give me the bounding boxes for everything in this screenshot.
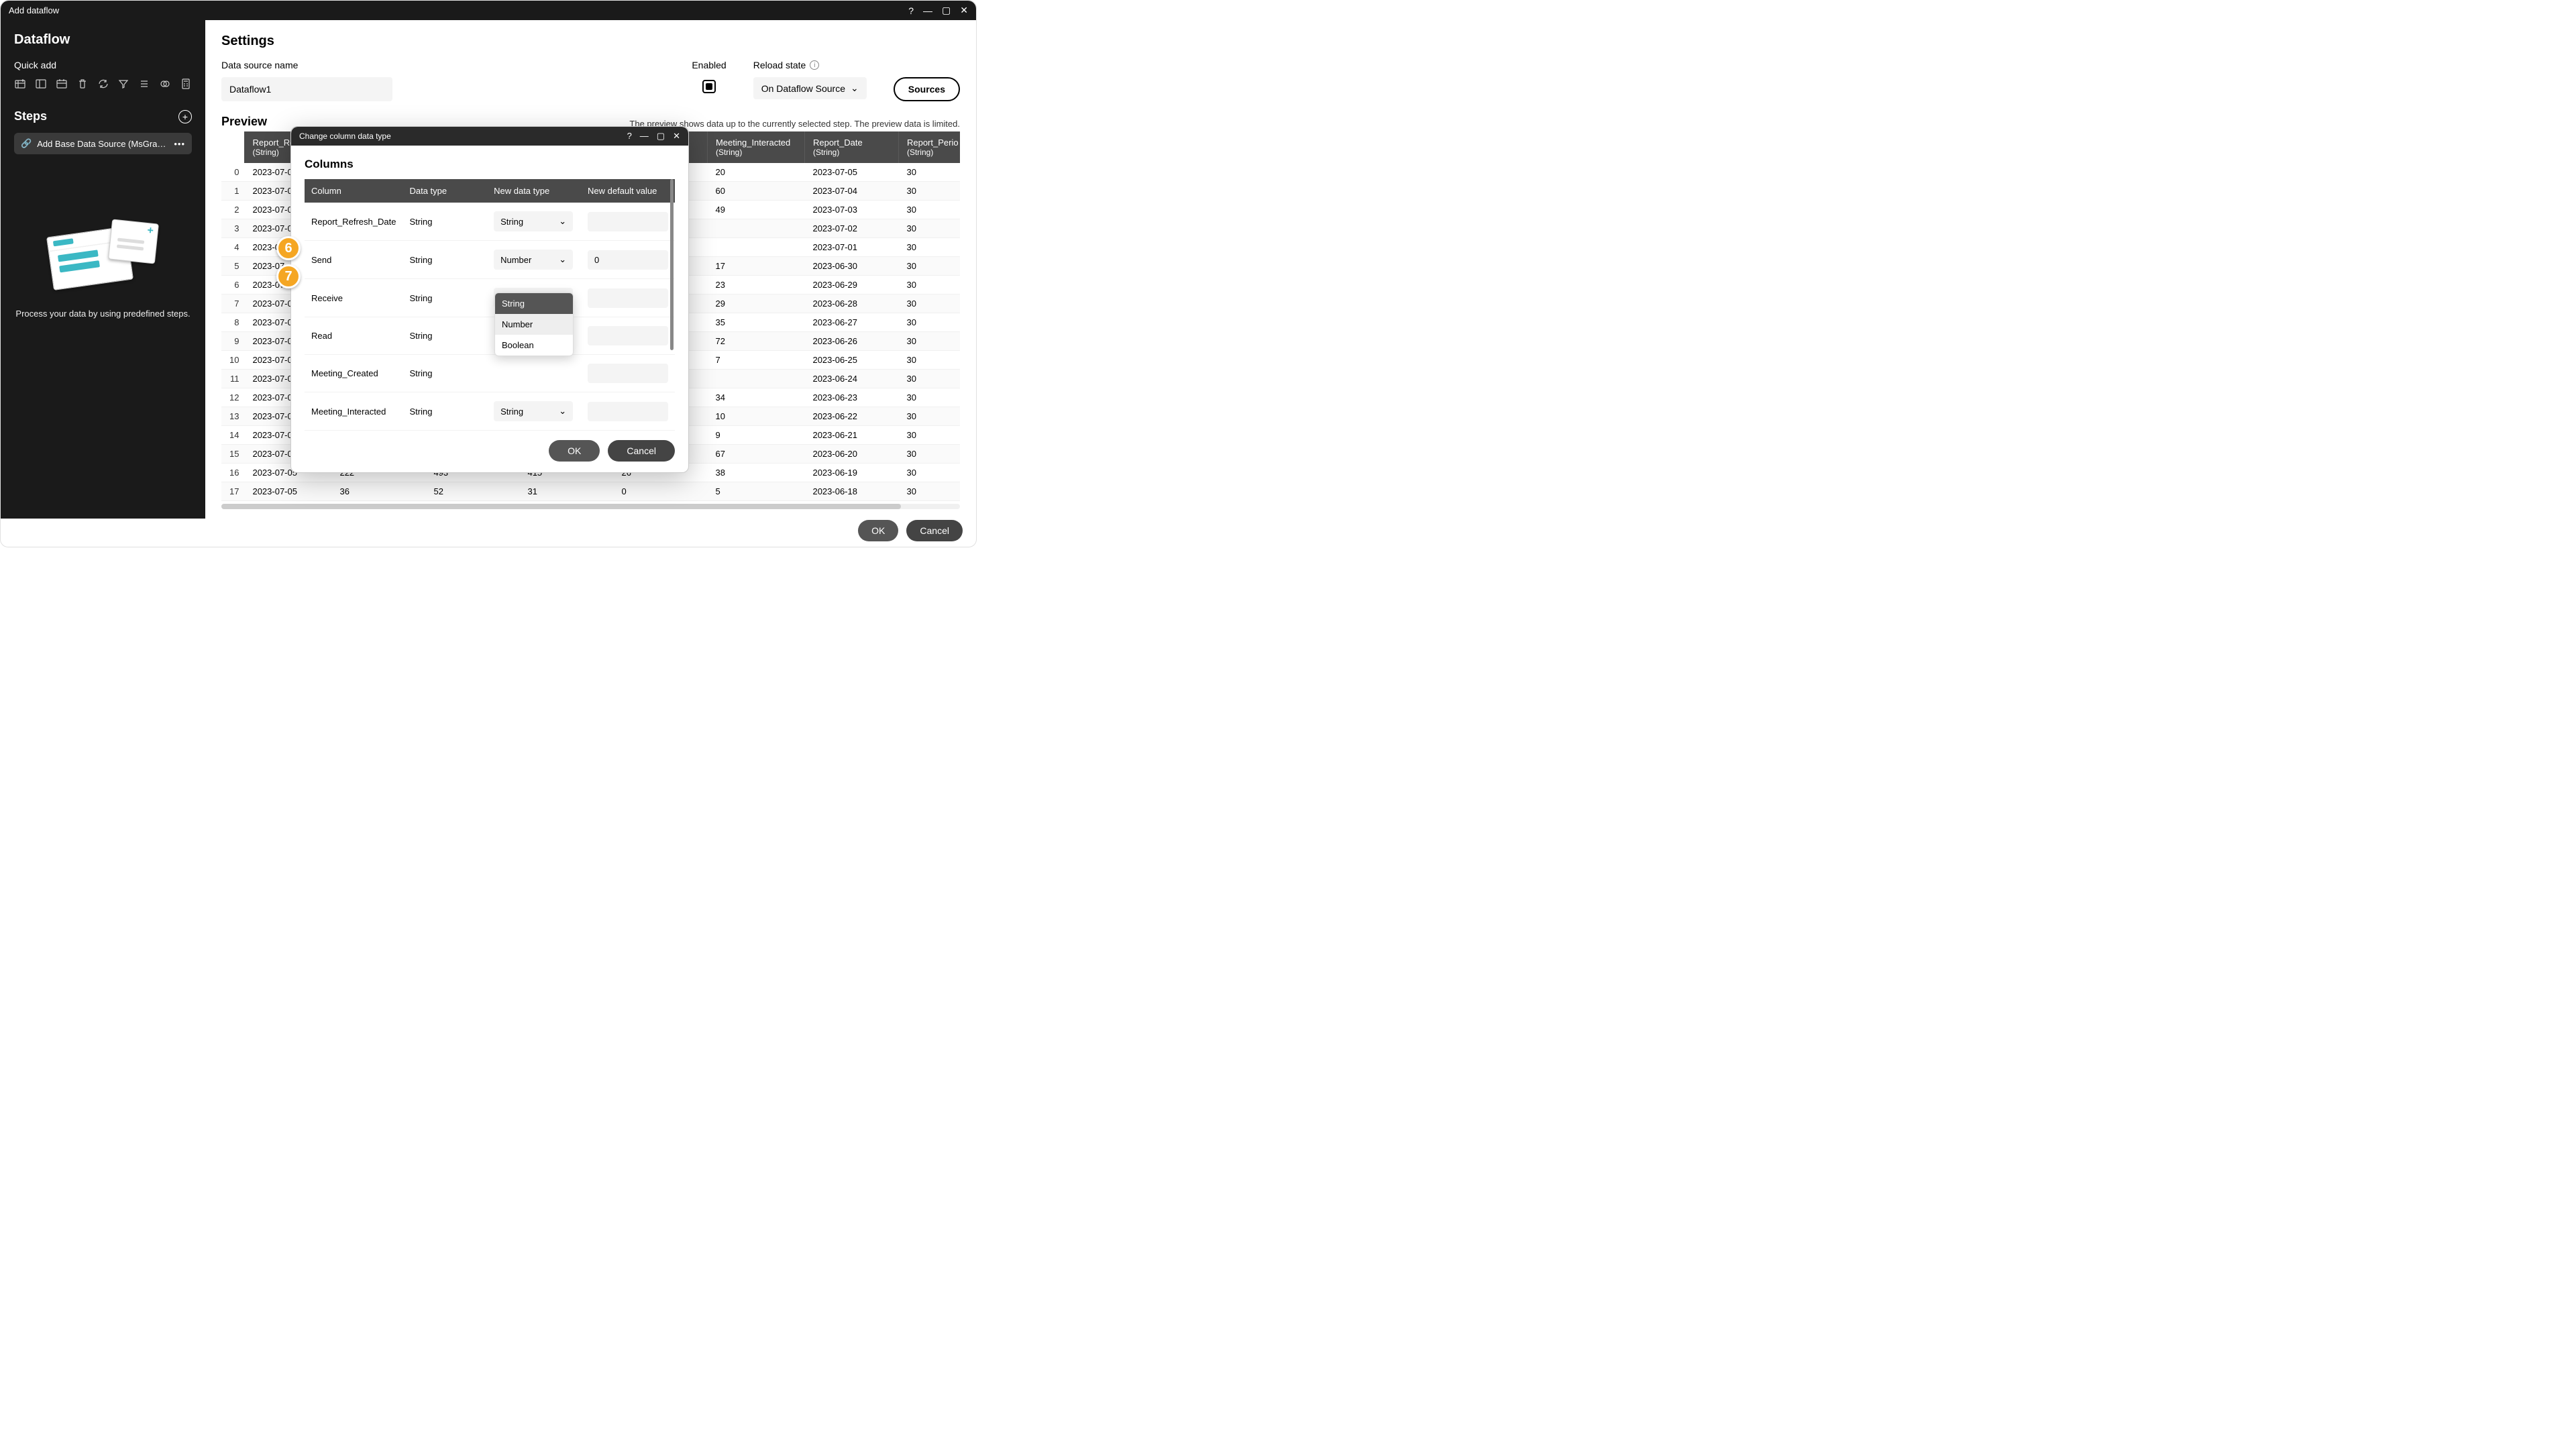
reload-state-label: Reload state [753, 60, 806, 70]
th-data-type: Data type [402, 179, 487, 203]
sidebar-illustration: Process your data by using predefined st… [14, 221, 192, 319]
column-name: Send [305, 241, 402, 279]
column-type: String [402, 279, 487, 317]
add-step-icon[interactable]: + [178, 110, 192, 123]
calculator-icon[interactable] [179, 77, 192, 91]
steps-header: Steps + [14, 109, 192, 123]
step-badge-6: 6 [276, 236, 301, 260]
modal-help-icon[interactable]: ? [627, 131, 632, 142]
quick-add-toolbar [14, 77, 192, 91]
column-type: String [402, 317, 487, 355]
step-item-label: Add Base Data Source (MsGraphAPI_... [37, 139, 168, 149]
data-source-input[interactable] [221, 77, 392, 101]
type-dropdown-menu: String Number Boolean [494, 292, 574, 356]
modal-ok-button[interactable]: OK [549, 440, 600, 462]
sidebar: Dataflow Quick add Steps + 🔗 Add Base Da… [1, 20, 205, 519]
modal-titlebar: Change column data type ? — ▢ ✕ [291, 127, 688, 146]
sidebar-caption: Process your data by using predefined st… [15, 309, 190, 319]
footer-ok-button[interactable]: OK [858, 520, 898, 541]
window-controls: ? — ▢ ✕ [908, 5, 968, 16]
column-type: String [402, 203, 487, 241]
column-row: ReadString [305, 317, 675, 355]
window-title: Add dataflow [9, 5, 908, 15]
chevron-down-icon: ⌄ [559, 216, 566, 227]
list-icon[interactable] [138, 77, 151, 91]
default-value-input[interactable] [588, 250, 668, 270]
modal-close-icon[interactable]: ✕ [673, 131, 680, 142]
dropdown-option-string[interactable]: String [495, 293, 573, 314]
column-type: String [402, 392, 487, 431]
new-type-select[interactable]: String⌄ [494, 211, 573, 231]
maximize-icon[interactable]: ▢ [942, 5, 951, 16]
horizontal-scrollbar[interactable] [221, 504, 960, 509]
filter-icon[interactable] [117, 77, 130, 91]
new-type-select[interactable]: String⌄ [494, 401, 573, 421]
column-name: Receive [305, 279, 402, 317]
chevron-down-icon: ⌄ [559, 406, 566, 417]
link-icon: 🔗 [21, 138, 32, 149]
refresh-icon[interactable] [97, 77, 109, 91]
layout-icon[interactable] [35, 77, 48, 91]
modal-maximize-icon[interactable]: ▢ [657, 131, 665, 142]
column-row: ReceiveStringString⌄ [305, 279, 675, 317]
column-type: String [402, 355, 487, 392]
reload-state-dropdown[interactable]: On Dataflow Source ⌄ [753, 77, 867, 99]
th-column: Column [305, 179, 402, 203]
default-value-input[interactable] [588, 212, 668, 231]
default-value-input[interactable] [588, 364, 668, 383]
column-name: Read [305, 317, 402, 355]
close-icon[interactable]: ✕ [960, 5, 968, 16]
table-row[interactable]: 172023-07-05365231052023-06-1830 [221, 482, 960, 501]
chevron-down-icon: ⌄ [559, 254, 566, 265]
dropdown-option-number[interactable]: Number [495, 314, 573, 335]
column-header[interactable]: Meeting_Interacted(String) [707, 131, 804, 163]
enabled-label: Enabled [692, 60, 726, 70]
chevron-down-icon: ⌄ [851, 83, 859, 94]
column-name: Meeting_Interacted [305, 392, 402, 431]
change-type-modal: Change column data type ? — ▢ ✕ Columns … [290, 126, 689, 473]
add-step-button[interactable]: Add step [14, 519, 79, 541]
calendar-icon[interactable] [56, 77, 68, 91]
modal-heading: Columns [305, 158, 675, 171]
info-icon[interactable]: i [810, 60, 819, 70]
quick-add-label: Quick add [14, 60, 192, 70]
column-name: Report_Refresh_Date [305, 203, 402, 241]
new-type-select[interactable]: Number⌄ [494, 250, 573, 270]
window-titlebar: Add dataflow ? — ▢ ✕ [1, 1, 976, 20]
help-icon[interactable]: ? [908, 5, 914, 16]
step-item[interactable]: 🔗 Add Base Data Source (MsGraphAPI_... •… [14, 133, 192, 154]
modal-minimize-icon[interactable]: — [640, 131, 649, 142]
modal-cancel-button[interactable]: Cancel [608, 440, 675, 462]
sources-button[interactable]: Sources [894, 77, 960, 101]
column-type: String [402, 241, 487, 279]
venn-icon[interactable] [158, 77, 171, 91]
sidebar-title: Dataflow [14, 32, 192, 48]
add-table-icon[interactable] [14, 77, 27, 91]
preview-heading: Preview [221, 115, 267, 129]
th-new-default: New default value [581, 179, 675, 203]
minimize-icon[interactable]: — [923, 5, 932, 16]
column-row: Meeting_InteractedString String⌄ [305, 392, 675, 431]
footer-cancel-button[interactable]: Cancel [906, 520, 963, 541]
steps-label: Steps [14, 109, 47, 123]
column-header[interactable]: Report_Perio(String) [898, 131, 960, 163]
modal-title: Change column data type [299, 131, 627, 141]
th-new-type: New data type [487, 179, 581, 203]
column-header[interactable]: Report_Date(String) [804, 131, 898, 163]
step-badge-7: 7 [276, 264, 301, 288]
dropdown-option-boolean[interactable]: Boolean [495, 335, 573, 356]
settings-heading: Settings [221, 34, 960, 49]
column-name: Meeting_Created [305, 355, 402, 392]
column-row: Meeting_CreatedString [305, 355, 675, 392]
default-value-input[interactable] [588, 326, 668, 345]
column-row: Report_Refresh_DateString String⌄ [305, 203, 675, 241]
default-value-input[interactable] [588, 288, 668, 308]
trash-icon[interactable] [76, 77, 89, 91]
data-source-label: Data source name [221, 60, 392, 70]
default-value-input[interactable] [588, 402, 668, 421]
more-icon[interactable]: ••• [174, 139, 185, 149]
enabled-checkbox[interactable] [702, 80, 716, 93]
column-row: SendString Number⌄ [305, 241, 675, 279]
modal-scrollbar[interactable] [670, 179, 674, 350]
